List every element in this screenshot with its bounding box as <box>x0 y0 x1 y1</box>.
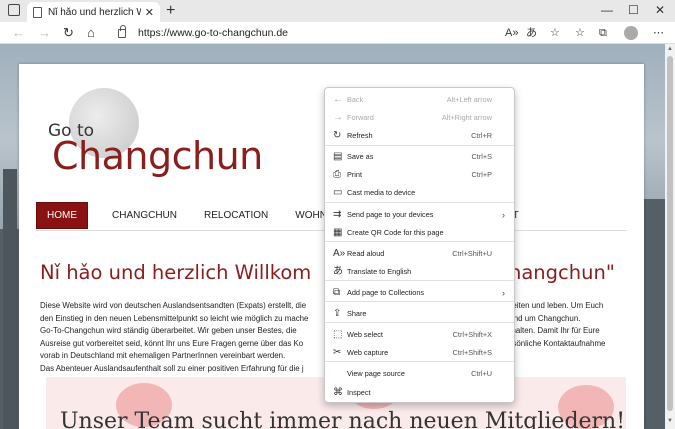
menu-item-label: View page source <box>347 369 405 378</box>
menu-item-shortcut: Ctrl+Shift+U <box>452 249 492 258</box>
web-select-icon: ⬚ <box>333 328 343 340</box>
menu-item-inspect[interactable]: ⌘ Inspect <box>325 383 514 402</box>
menu-item-cast-media-to-device[interactable]: ▭ Cast media to device <box>325 183 514 202</box>
menu-item-read-aloud[interactable]: A» Read aloud Ctrl+Shift+U <box>325 244 514 263</box>
share-icon: ⇪ <box>333 307 342 319</box>
menu-separator <box>325 145 514 146</box>
url-text[interactable]: https://www.go-to-changchun.de <box>138 27 288 39</box>
favorites-icon[interactable]: ☆ <box>575 26 585 40</box>
menu-item-shortcut: Ctrl+S <box>471 152 492 161</box>
menu-item-label: Web capture <box>347 348 389 357</box>
forward-arrow-icon: → <box>333 111 343 123</box>
refresh-icon: ↻ <box>333 129 342 141</box>
new-tab-icon[interactable]: + <box>166 2 175 20</box>
skyline-building <box>644 199 665 429</box>
home-icon[interactable]: ⌂ <box>87 25 95 41</box>
menu-item-label: Save as <box>347 152 374 161</box>
menu-item-shortcut: Ctrl+P <box>471 170 492 179</box>
browser-toolbar: ← → ↻ ⌂ https://www.go-to-changchun.de A… <box>0 22 675 44</box>
menu-item-label: Inspect <box>347 388 371 397</box>
nav-relocation[interactable]: RELOCATION <box>204 210 268 221</box>
menu-item-shortcut: Ctrl+Shift+X <box>452 330 492 339</box>
qr-code-icon: ▦ <box>333 226 343 238</box>
menu-item-label: Read aloud <box>347 249 385 258</box>
cast-icon: ▭ <box>333 186 343 198</box>
translate-icon: あ <box>333 265 343 277</box>
menu-item-shortcut: Alt+Right arrow <box>441 113 492 122</box>
menu-item-shortcut: Ctrl+U <box>471 369 492 378</box>
menu-item-view-page-source[interactable]: View page source Ctrl+U <box>325 364 514 383</box>
collections-icon: ⧉ <box>333 286 341 298</box>
nav-changchun[interactable]: CHANGCHUN <box>112 210 177 221</box>
close-tab-icon[interactable]: ✕ <box>145 6 154 19</box>
tab-strip: Nǐ hǎo und herzlich Willkommen ✕ + — ☐ ✕ <box>0 0 675 22</box>
banner-heading: Unser Team sucht immer nach neuen Mitgli… <box>60 409 626 429</box>
close-window-icon[interactable]: ✕ <box>655 3 665 17</box>
address-bar[interactable]: https://www.go-to-changchun.de <box>110 24 530 42</box>
nav-home[interactable]: HOME <box>36 201 88 229</box>
minimize-icon[interactable]: — <box>601 3 613 17</box>
back-icon[interactable]: ← <box>12 25 25 41</box>
maximize-icon[interactable]: ☐ <box>628 3 639 17</box>
tab-actions-icon[interactable] <box>8 4 20 16</box>
chevron-right-icon: › <box>502 287 505 298</box>
forward-icon[interactable]: → <box>38 25 51 41</box>
menu-item-save-as[interactable]: ▤ Save as Ctrl+S <box>325 147 514 166</box>
menu-item-web-capture[interactable]: ✂ Web capture Ctrl+Shift+S <box>325 343 514 362</box>
menu-item-refresh[interactable]: ↻ Refresh Ctrl+R <box>325 126 514 145</box>
skyline-building <box>3 169 17 429</box>
menu-separator <box>325 202 514 203</box>
menu-item-create-qr-code-for-this-page[interactable]: ▦ Create QR Code for this page <box>325 223 514 242</box>
page-favicon-icon <box>33 6 42 18</box>
tab-title: Nǐ hǎo und herzlich Willkommen <box>48 6 141 18</box>
menu-item-label: Translate to English <box>347 267 412 276</box>
page-headline-end: hangchun" <box>509 261 615 284</box>
collections-icon[interactable]: ⧉ <box>599 26 607 40</box>
save-icon: ▤ <box>333 150 343 162</box>
menu-item-label: Share <box>347 309 367 318</box>
scroll-down-icon[interactable]: ▼ <box>667 418 673 424</box>
menu-item-label: Back <box>347 95 364 104</box>
menu-item-print[interactable]: ⎙ Print Ctrl+P <box>325 165 514 184</box>
menu-item-send-page-to-your-devices[interactable]: ⇉ Send page to your devices › <box>325 205 514 224</box>
logo-title[interactable]: Changchun <box>52 134 263 178</box>
refresh-icon[interactable]: ↻ <box>63 25 74 41</box>
profile-avatar[interactable] <box>624 26 638 40</box>
menu-item-label: Print <box>347 170 363 179</box>
favorite-star-icon[interactable]: ☆ <box>550 26 560 40</box>
menu-item-back[interactable]: ← Back Alt+Left arrow <box>325 90 514 109</box>
menu-item-shortcut: Alt+Left arrow <box>446 95 492 104</box>
read-aloud-icon: A» <box>333 247 346 259</box>
translate-icon[interactable]: あ <box>526 26 537 40</box>
back-arrow-icon: ← <box>333 93 343 105</box>
menu-item-label: Refresh <box>347 131 373 140</box>
menu-item-forward[interactable]: → Forward Alt+Right arrow <box>325 108 514 127</box>
scroll-up-icon[interactable]: ▲ <box>667 46 673 52</box>
read-aloud-icon[interactable]: A» <box>505 26 518 40</box>
menu-item-shortcut: Ctrl+R <box>471 131 492 140</box>
menu-item-label: Send page to your devices <box>347 210 434 219</box>
menu-item-label: Add page to Collections <box>347 288 425 297</box>
inspect-icon: ⌘ <box>333 386 343 398</box>
send-to-devices-icon: ⇉ <box>333 208 342 220</box>
more-menu-icon[interactable]: ⋯ <box>653 26 664 40</box>
menu-item-label: Create QR Code for this page <box>347 228 444 237</box>
menu-item-label: Cast media to device <box>347 188 416 197</box>
chevron-right-icon: › <box>502 209 505 220</box>
context-menu: ← Back Alt+Left arrow → Forward Alt+Right arr… <box>324 87 515 403</box>
menu-item-add-page-to-collections[interactable]: ⧉ Add page to Collections › <box>325 283 514 302</box>
menu-item-label: Forward <box>347 113 374 122</box>
menu-item-shortcut: Ctrl+Shift+S <box>452 348 492 357</box>
page-headline: Nǐ hǎo und herzlich Willkom <box>40 261 312 284</box>
browser-tab[interactable]: Nǐ hǎo und herzlich Willkommen ✕ <box>27 2 160 22</box>
print-icon: ⎙ <box>333 168 341 180</box>
scrollbar-thumb[interactable] <box>667 56 673 411</box>
menu-item-label: Web select <box>347 330 383 339</box>
lock-icon[interactable] <box>118 24 126 38</box>
menu-item-share[interactable]: ⇪ Share <box>325 304 514 323</box>
menu-item-translate-to-english[interactable]: あ Translate to English <box>325 262 514 281</box>
menu-item-web-select[interactable]: ⬚ Web select Ctrl+Shift+X <box>325 325 514 344</box>
web-capture-icon: ✂ <box>333 346 342 358</box>
